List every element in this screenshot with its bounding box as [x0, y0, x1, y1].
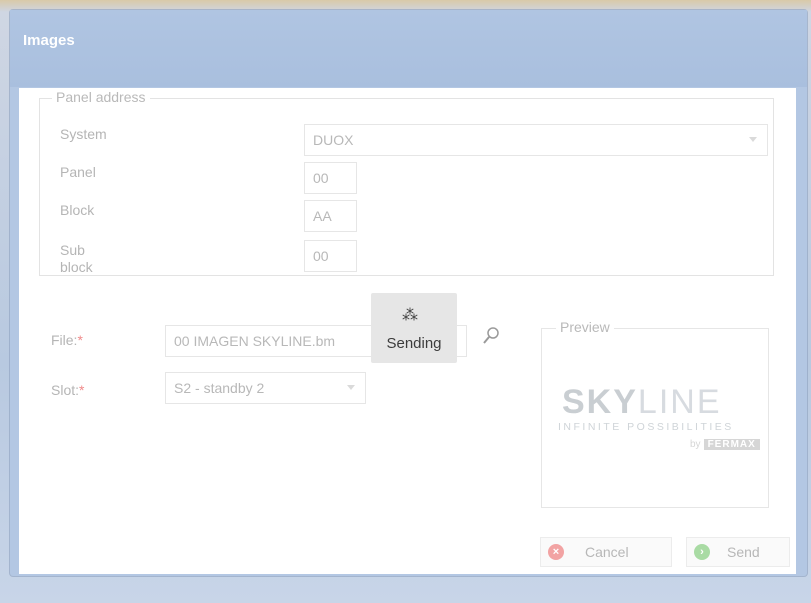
- sub-block-label-line2: block: [60, 259, 93, 275]
- slot-label-text: Slot:: [51, 382, 80, 398]
- chevron-down-icon: [347, 385, 355, 390]
- cancel-label: Cancel: [585, 544, 629, 560]
- panel-input[interactable]: 00: [304, 162, 357, 194]
- system-label: System: [60, 126, 107, 142]
- slot-select[interactable]: S2 - standby 2: [165, 372, 366, 404]
- images-dialog: Images Panel address System DUOX Panel 0…: [10, 10, 807, 576]
- preview-panel: Preview SKYLINE INFINITE POSSIBILITIES b…: [541, 319, 769, 508]
- logo-tagline: INFINITE POSSIBILITIES: [558, 421, 734, 433]
- sending-label: Sending: [386, 335, 442, 352]
- send-label: Send: [727, 544, 760, 560]
- file-required-mark: *: [77, 332, 83, 348]
- logo-by-text: by: [690, 439, 701, 450]
- sub-block-label-line1: Sub: [60, 242, 85, 258]
- file-label-text: File:: [51, 332, 78, 348]
- send-button[interactable]: › Send: [686, 537, 790, 567]
- logo-brand: FERMAX: [703, 439, 760, 450]
- panel-address-group: Panel address System DUOX Panel 00 Block…: [39, 89, 774, 276]
- block-input[interactable]: AA: [304, 200, 357, 232]
- dialog-body: Panel address System DUOX Panel 00 Block…: [19, 88, 796, 574]
- slot-label: Slot:*: [51, 382, 84, 398]
- logo-light-text: LINE: [637, 383, 722, 421]
- arrow-right-icon: ›: [694, 544, 710, 560]
- block-label: Block: [60, 202, 95, 218]
- file-label: File:*: [51, 332, 83, 348]
- close-icon: ×: [548, 544, 564, 560]
- logo-by-line: by FERMAX: [690, 439, 760, 450]
- system-select[interactable]: DUOX: [304, 124, 768, 156]
- preview-logo: SKYLINE: [562, 383, 722, 422]
- slot-value: S2 - standby 2: [174, 380, 265, 396]
- dialog-title: Images: [23, 32, 75, 49]
- spinner-icon: ⁂: [402, 307, 418, 324]
- sub-block-input[interactable]: 00: [304, 240, 357, 272]
- panel-label: Panel: [60, 164, 96, 180]
- dialog-titlebar[interactable]: Images: [10, 10, 807, 87]
- cancel-button[interactable]: × Cancel: [540, 537, 672, 567]
- preview-legend: Preview: [556, 319, 614, 335]
- slot-required-mark: *: [79, 382, 85, 398]
- panel-address-legend: Panel address: [52, 89, 150, 105]
- search-icon[interactable]: [481, 326, 501, 346]
- chevron-down-icon: [749, 137, 757, 142]
- sending-overlay: ⁂ Sending: [371, 293, 457, 363]
- system-value: DUOX: [313, 132, 354, 148]
- logo-bold-text: SKY: [562, 383, 638, 421]
